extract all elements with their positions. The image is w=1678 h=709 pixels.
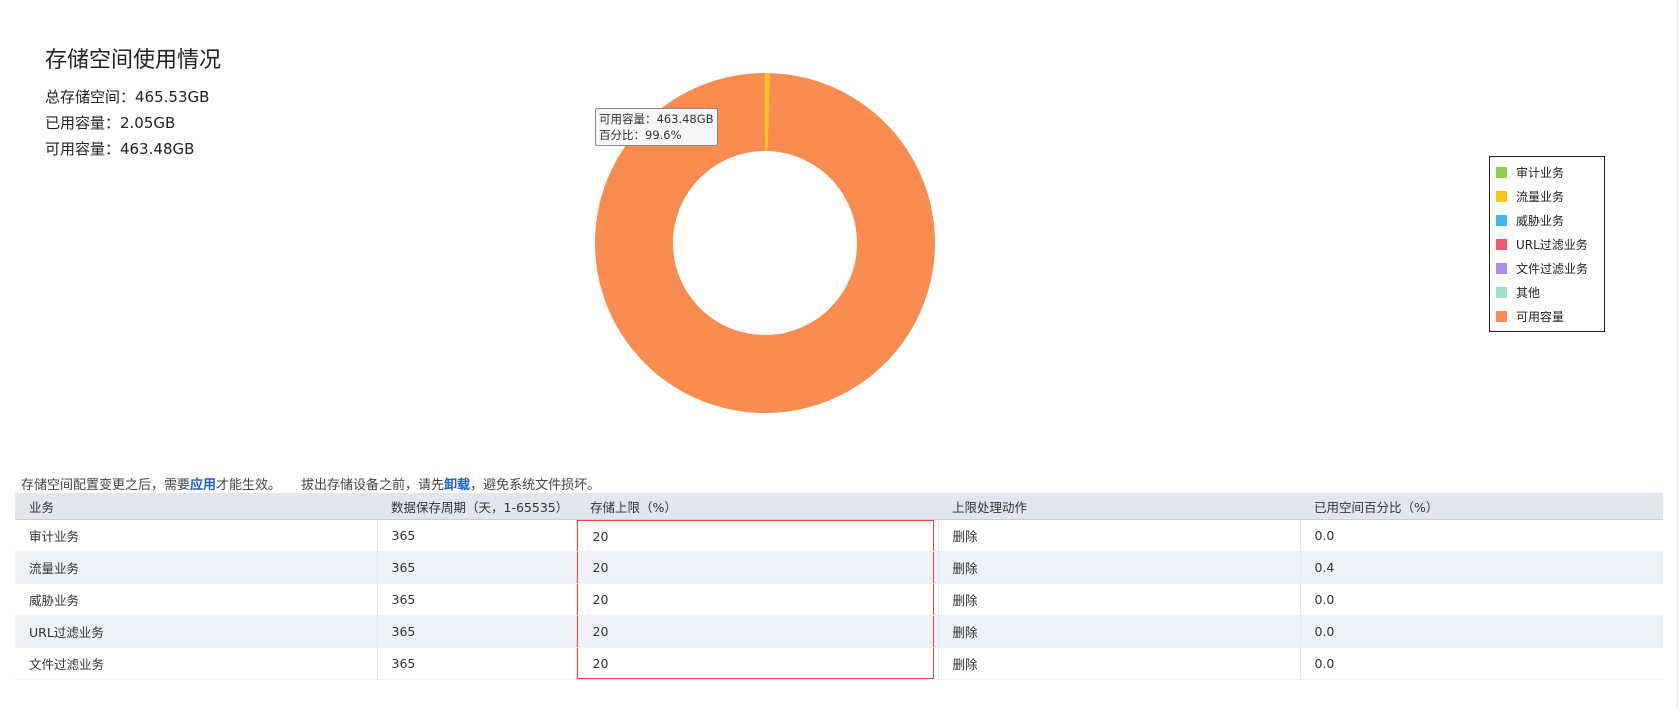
cell-service: 流量业务 — [15, 551, 377, 584]
table-row: 威胁业务 365 20 删除 0.0 — [15, 583, 1663, 616]
notice-text-2: 才能生效。 — [216, 478, 282, 493]
legend-item-threat[interactable]: 威胁业务 — [1490, 208, 1604, 232]
limit-value[interactable]: 20 — [576, 552, 934, 583]
cell-used-percent: 0.4 — [1299, 551, 1663, 584]
chart-legend: 审计业务 流量业务 威胁业务 URL过滤业务 文件过滤业务 其他 可用容量 — [1489, 156, 1605, 332]
cell-action[interactable]: 删除 — [937, 551, 1300, 584]
header-action: 上限处理动作 — [938, 493, 1300, 520]
storage-summary: 存储空间使用情况 总存储空间：465.53GB 已用容量：2.05GB 可用容量… — [45, 42, 221, 162]
used-capacity: 已用容量：2.05GB — [45, 114, 176, 132]
legend-swatch — [1496, 262, 1507, 274]
tooltip-percent: 百分比：99.6% — [599, 128, 682, 142]
cell-service: 审计业务 — [15, 519, 377, 552]
chart-tooltip: 可用容量：463.48GB 百分比：99.6% — [595, 108, 718, 146]
cell-action[interactable]: 删除 — [937, 647, 1300, 680]
cell-used-percent: 0.0 — [1299, 519, 1663, 552]
apply-link[interactable]: 应用 — [190, 478, 216, 493]
legend-swatch — [1496, 238, 1507, 250]
storage-config-table: 业务 数据保存周期（天，1-65535） 存储上限（%） 上限处理动作 已用空间… — [15, 493, 1663, 680]
storage-page: 存储空间使用情况 总存储空间：465.53GB 已用容量：2.05GB 可用容量… — [0, 0, 1678, 709]
limit-value[interactable]: 20 — [576, 584, 934, 615]
legend-swatch — [1496, 286, 1507, 298]
cell-retention[interactable]: 365 — [376, 551, 576, 584]
legend-label: 审计业务 — [1516, 165, 1565, 180]
cell-retention[interactable]: 365 — [376, 647, 576, 680]
table-row: 流量业务 365 20 删除 0.4 — [15, 551, 1663, 584]
legend-label: 其他 — [1516, 285, 1541, 300]
legend-item-available[interactable]: 可用容量 — [1490, 304, 1604, 328]
cell-limit[interactable]: 20 — [575, 615, 938, 648]
cell-action[interactable]: 删除 — [937, 583, 1300, 616]
legend-label: 威胁业务 — [1516, 213, 1565, 228]
legend-swatch — [1496, 190, 1507, 202]
legend-item-url-filter[interactable]: URL过滤业务 — [1490, 232, 1604, 256]
cell-action[interactable]: 删除 — [937, 615, 1300, 648]
legend-swatch — [1496, 214, 1507, 226]
notice-text-1: 存储空间配置变更之后，需要 — [21, 478, 191, 493]
cell-retention[interactable]: 365 — [376, 519, 576, 552]
legend-item-audit[interactable]: 审计业务 — [1490, 160, 1604, 184]
cell-retention[interactable]: 365 — [376, 615, 576, 648]
cell-action[interactable]: 删除 — [937, 519, 1300, 552]
legend-label: 可用容量 — [1516, 309, 1565, 324]
legend-item-traffic[interactable]: 流量业务 — [1490, 184, 1604, 208]
notice-text-4: ，避免系统文件损坏。 — [470, 478, 601, 493]
cell-limit[interactable]: 20 — [575, 519, 938, 552]
table-header-row: 业务 数据保存周期（天，1-65535） 存储上限（%） 上限处理动作 已用空间… — [15, 493, 1663, 520]
cell-service: 威胁业务 — [15, 583, 377, 616]
cell-limit[interactable]: 20 — [575, 551, 938, 584]
tooltip-value: 可用容量：463.48GB — [599, 112, 714, 126]
table-row: 审计业务 365 20 删除 0.0 — [15, 519, 1663, 552]
header-used-percent: 已用空间百分比（%） — [1300, 493, 1663, 520]
cell-used-percent: 0.0 — [1299, 615, 1663, 648]
legend-label: URL过滤业务 — [1516, 237, 1588, 252]
notice-text-3: 拔出存储设备之前，请先 — [301, 478, 445, 493]
cell-limit[interactable]: 20 — [575, 583, 938, 616]
legend-swatch — [1496, 310, 1507, 322]
available-capacity: 可用容量：463.48GB — [45, 140, 195, 158]
cell-used-percent: 0.0 — [1299, 647, 1663, 680]
cell-retention[interactable]: 365 — [376, 583, 576, 616]
legend-swatch — [1496, 166, 1507, 178]
cell-service: 文件过滤业务 — [15, 647, 377, 680]
table-row: URL过滤业务 365 20 删除 0.0 — [15, 615, 1663, 648]
limit-value[interactable]: 20 — [576, 616, 934, 647]
header-limit: 存储上限（%） — [576, 493, 938, 520]
legend-item-other[interactable]: 其他 — [1490, 280, 1604, 304]
header-retention: 数据保存周期（天，1-65535） — [377, 493, 576, 520]
total-storage: 总存储空间：465.53GB — [45, 88, 210, 106]
legend-label: 文件过滤业务 — [1516, 261, 1589, 276]
cell-limit[interactable]: 20 — [575, 647, 938, 680]
page-title: 存储空间使用情况 — [45, 48, 222, 73]
legend-item-file-filter[interactable]: 文件过滤业务 — [1490, 256, 1604, 280]
cell-used-percent: 0.0 — [1299, 583, 1663, 616]
cell-service: URL过滤业务 — [15, 615, 377, 648]
table-row: 文件过滤业务 365 20 删除 0.0 — [15, 647, 1663, 680]
unmount-link[interactable]: 卸载 — [444, 478, 470, 493]
legend-label: 流量业务 — [1516, 189, 1565, 204]
config-notice: 存储空间配置变更之后，需要应用才能生效。 拔出存储设备之前，请先卸载，避免系统文件… — [21, 474, 600, 493]
limit-value[interactable]: 20 — [576, 648, 934, 679]
header-service: 业务 — [15, 493, 377, 520]
limit-value[interactable]: 20 — [576, 520, 934, 551]
